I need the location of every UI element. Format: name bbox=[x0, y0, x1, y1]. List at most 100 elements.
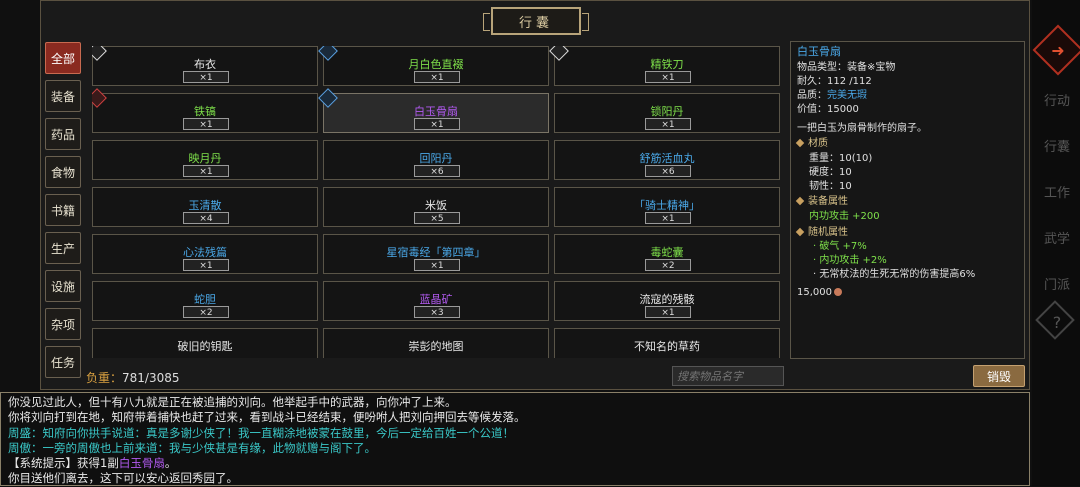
side-menu-button[interactable]: 行囊 bbox=[1040, 128, 1074, 162]
weight-label: 负重： bbox=[86, 371, 123, 385]
item-name: 玉清散 bbox=[188, 199, 222, 212]
item-name: 心法残篇 bbox=[183, 246, 227, 259]
detail-random-1: · 破气 +7% bbox=[813, 241, 867, 252]
category-tab[interactable]: 食物 bbox=[45, 156, 81, 188]
log-line: 你目送他们离去，这下可以安心返回秀园了。 bbox=[8, 471, 238, 486]
category-tab[interactable]: 装备 bbox=[45, 80, 81, 112]
item-slot[interactable]: 舒筋活血丸 ×6 bbox=[554, 140, 780, 180]
item-quantity: ×1 bbox=[183, 71, 229, 83]
item-name: 舒筋活血丸 bbox=[639, 152, 695, 165]
item-slot[interactable]: 锁阳丹 ×1 bbox=[554, 93, 780, 133]
item-name: 不知名的草药 bbox=[634, 340, 700, 353]
detail-quality: 品质：完美无瑕 bbox=[797, 90, 867, 101]
item-slot[interactable]: 蛇胆 ×2 bbox=[92, 281, 318, 321]
item-quantity: ×1 bbox=[183, 259, 229, 271]
panel-title: 行囊 bbox=[483, 7, 589, 35]
item-grid: 布衣 ×1 月白色直裰 ×1 精铁刀 ×1 铁镐 ×1 白玉骨扇 ×1 锁阳丹 ×1 映月丹 ×1 回阳丹 ×… bbox=[92, 46, 780, 358]
item-slot[interactable]: 米饭 ×5 bbox=[323, 187, 549, 227]
diamond-icon bbox=[795, 196, 805, 206]
item-name: 锁阳丹 bbox=[650, 105, 684, 118]
detail-material-title: 材质 bbox=[795, 137, 828, 151]
detail-equip-title: 装备属性 bbox=[795, 195, 848, 209]
side-menu: ➜ ? 行动行囊工作武学门派 bbox=[1032, 0, 1080, 486]
item-quantity: ×1 bbox=[183, 165, 229, 177]
detail-hardness: 硬度：10 bbox=[809, 167, 852, 178]
item-name: 铁镐 bbox=[194, 105, 216, 118]
item-slot[interactable]: 破旧的钥匙 bbox=[92, 328, 318, 358]
detail-price: 价值：15000 bbox=[797, 104, 859, 115]
detail-type: 物品类型：装备※宝物 bbox=[797, 62, 896, 73]
item-slot[interactable]: 映月丹 ×1 bbox=[92, 140, 318, 180]
item-slot[interactable]: 布衣 ×1 bbox=[92, 46, 318, 86]
item-name: 流寇的残骸 bbox=[639, 293, 695, 306]
item-name: 「骑士精神」 bbox=[634, 199, 700, 212]
item-name: 米饭 bbox=[425, 199, 447, 212]
item-quantity: ×1 bbox=[414, 118, 460, 130]
item-name: 崇彭的地图 bbox=[408, 340, 464, 353]
arrow-icon[interactable]: ➜ bbox=[1046, 38, 1070, 62]
item-name: 映月丹 bbox=[188, 152, 222, 165]
item-quantity: ×1 bbox=[414, 259, 460, 271]
item-detail-panel: 白玉骨扇 物品类型：装备※宝物 耐久：112 /112 品质：完美无瑕 价值：1… bbox=[790, 41, 1025, 359]
side-menu-button[interactable]: 行动 bbox=[1040, 82, 1074, 116]
item-name: 毒蛇囊 bbox=[650, 246, 684, 259]
item-slot[interactable]: 不知名的草药 bbox=[554, 328, 780, 358]
log-line: 你将刘向打到在地，知府带着捕快也赶了过来，看到战斗已经结束，便吩咐人把刘向押回去… bbox=[8, 410, 526, 425]
side-menu-button[interactable]: 门派 bbox=[1040, 266, 1074, 300]
item-quantity: ×6 bbox=[414, 165, 460, 177]
side-menu-button[interactable]: 武学 bbox=[1040, 220, 1074, 254]
category-tab[interactable]: 任务 bbox=[45, 346, 81, 378]
search-input[interactable] bbox=[672, 366, 784, 386]
destroy-button[interactable]: 销毁 bbox=[973, 365, 1025, 387]
category-tab[interactable]: 设施 bbox=[45, 270, 81, 302]
category-tab[interactable]: 书籍 bbox=[45, 194, 81, 226]
category-tab[interactable]: 杂项 bbox=[45, 308, 81, 340]
detail-item-name: 白玉骨扇 bbox=[797, 45, 841, 58]
item-quantity: ×1 bbox=[645, 71, 691, 83]
item-name: 蓝晶矿 bbox=[419, 293, 453, 306]
item-slot[interactable]: 毒蛇囊 ×2 bbox=[554, 234, 780, 274]
detail-weight: 重量：10(10) bbox=[809, 153, 873, 164]
coin-icon bbox=[834, 288, 842, 296]
item-quantity: ×2 bbox=[645, 259, 691, 271]
item-name: 破旧的钥匙 bbox=[177, 340, 233, 353]
item-slot[interactable]: 蓝晶矿 ×3 bbox=[323, 281, 549, 321]
category-tab[interactable]: 药品 bbox=[45, 118, 81, 150]
item-slot[interactable]: 心法残篇 ×1 bbox=[92, 234, 318, 274]
detail-equip-attr: 内功攻击 +200 bbox=[809, 211, 880, 222]
detail-toughness: 韧性：10 bbox=[809, 181, 852, 192]
detail-random-title: 随机属性 bbox=[795, 226, 848, 240]
item-quantity: ×4 bbox=[183, 212, 229, 224]
item-slot[interactable]: 玉清散 ×4 bbox=[92, 187, 318, 227]
item-slot[interactable]: 「骑士精神」 ×1 bbox=[554, 187, 780, 227]
detail-durability: 耐久：112 /112 bbox=[797, 76, 872, 87]
item-name: 星宿毒经「第四章」 bbox=[386, 246, 486, 259]
category-tab[interactable]: 生产 bbox=[45, 232, 81, 264]
item-slot[interactable]: 回阳丹 ×6 bbox=[323, 140, 549, 180]
item-slot[interactable]: 铁镐 ×1 bbox=[92, 88, 318, 133]
item-slot[interactable]: 精铁刀 ×1 bbox=[549, 46, 780, 86]
item-slot[interactable]: 流寇的残骸 ×1 bbox=[554, 281, 780, 321]
item-slot[interactable]: 月白色直裰 ×1 bbox=[318, 46, 549, 86]
log-line: 【系统提示】获得1副白玉骨扇。 bbox=[8, 456, 177, 471]
log-line: 你没见过此人，但十有八九就是正在被追捕的刘向。他举起手中的武器，向你冲了上来。 bbox=[8, 395, 457, 409]
help-icon[interactable]: ? bbox=[1041, 306, 1073, 338]
item-slot[interactable]: 白玉骨扇 ×1 bbox=[318, 88, 549, 133]
item-name: 白玉骨扇 bbox=[414, 105, 458, 118]
item-slot[interactable]: 崇彭的地图 bbox=[323, 328, 549, 358]
category-tab[interactable]: 全部 bbox=[45, 42, 81, 74]
diamond-icon bbox=[795, 138, 805, 148]
item-name: 布衣 bbox=[194, 58, 216, 71]
item-name: 回阳丹 bbox=[419, 152, 453, 165]
side-menu-button[interactable]: 工作 bbox=[1040, 174, 1074, 208]
item-quantity: ×6 bbox=[645, 165, 691, 177]
item-quantity: ×3 bbox=[414, 306, 460, 318]
log-line: 周盛：知府向你拱手说道：真是多谢少侠了！我一直糊涂地被蒙在鼓里，今后一定给百姓一… bbox=[8, 425, 514, 440]
item-quantity: ×2 bbox=[183, 306, 229, 318]
weight-display: 负重：781/3085 bbox=[86, 369, 180, 386]
message-log: 你没见过此人，但十有八九就是正在被追捕的刘向。他举起手中的武器，向你冲了上来。你… bbox=[0, 392, 1030, 486]
item-slot[interactable]: 星宿毒经「第四章」 ×1 bbox=[323, 234, 549, 274]
item-quantity: ×5 bbox=[414, 212, 460, 224]
item-quantity: ×1 bbox=[414, 71, 460, 83]
detail-description: 一把白玉为扇骨制作的扇子。 bbox=[797, 123, 927, 134]
